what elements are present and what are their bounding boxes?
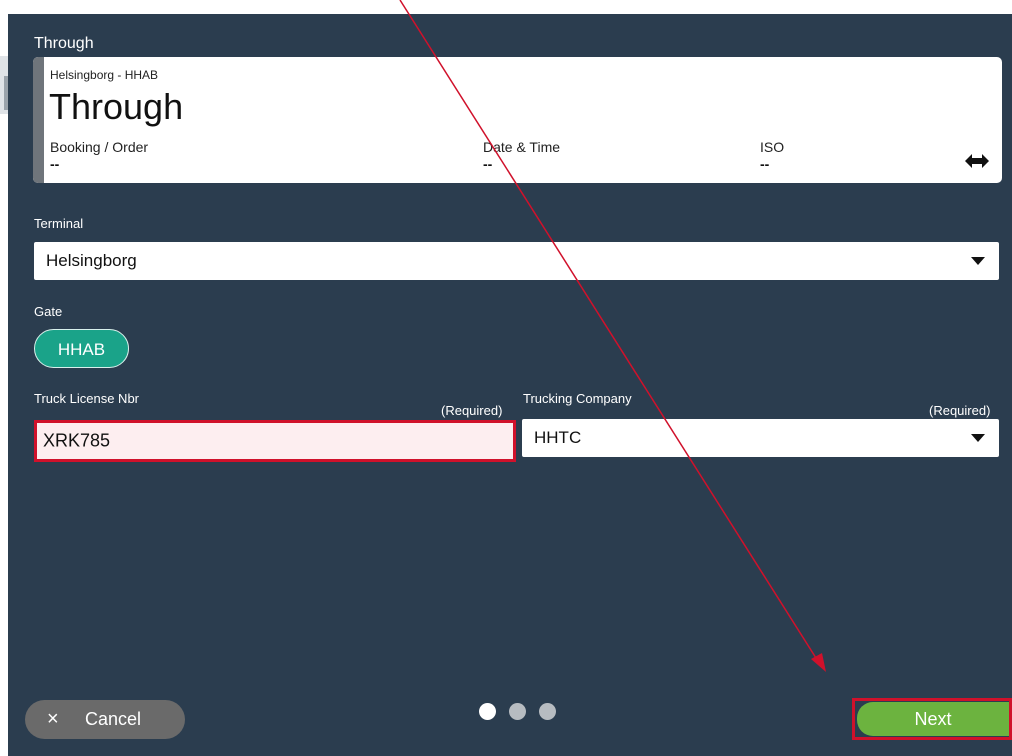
gate-label: Gate	[34, 304, 63, 319]
side-panel-scroll-handle[interactable]	[4, 76, 8, 110]
trucking-company-value: HHTC	[534, 428, 582, 447]
page-title: Through	[34, 35, 94, 52]
card-heading: Through	[49, 86, 184, 127]
truck-license-input[interactable]: XRK785	[34, 420, 516, 462]
chevron-down-icon	[971, 257, 985, 265]
side-panel-edge	[0, 56, 8, 114]
page-dot-3[interactable]	[539, 703, 556, 720]
terminal-label: Terminal	[34, 216, 84, 231]
page-dot-2[interactable]	[509, 703, 526, 720]
iso-label: ISO	[760, 139, 785, 155]
card-subtitle: Helsingborg - HHAB	[50, 68, 159, 82]
booking-order-value: --	[50, 156, 60, 172]
date-time-value: --	[483, 156, 493, 172]
cancel-button[interactable]: × Cancel	[25, 700, 185, 739]
date-time-label: Date & Time	[483, 139, 561, 155]
terminal-select[interactable]: Helsingborg	[34, 242, 999, 280]
next-button-label: Next	[857, 702, 1009, 736]
trucking-company-required: (Required)	[929, 403, 991, 418]
gate-option-hhab[interactable]: HHAB	[34, 329, 129, 368]
card-accent-bar	[33, 57, 44, 183]
trucking-company-label: Trucking Company	[523, 391, 632, 406]
page-dot-1[interactable]	[479, 703, 496, 720]
close-icon: ×	[47, 708, 59, 730]
next-button[interactable]: Next	[852, 698, 1012, 740]
transaction-summary-card: Helsingborg - HHAB Through Booking / Ord…	[33, 57, 1002, 183]
booking-order-label: Booking / Order	[50, 139, 149, 155]
terminal-select-value: Helsingborg	[46, 251, 137, 270]
truck-license-required: (Required)	[441, 403, 503, 418]
double-arrow-icon[interactable]	[964, 152, 990, 170]
iso-value: --	[760, 156, 770, 172]
trucking-company-select[interactable]: HHTC	[522, 419, 999, 457]
truck-license-label: Truck License Nbr	[34, 391, 139, 406]
cancel-button-label: Cancel	[85, 709, 142, 729]
chevron-down-icon	[971, 434, 985, 442]
truck-license-value: XRK785	[43, 430, 111, 451]
